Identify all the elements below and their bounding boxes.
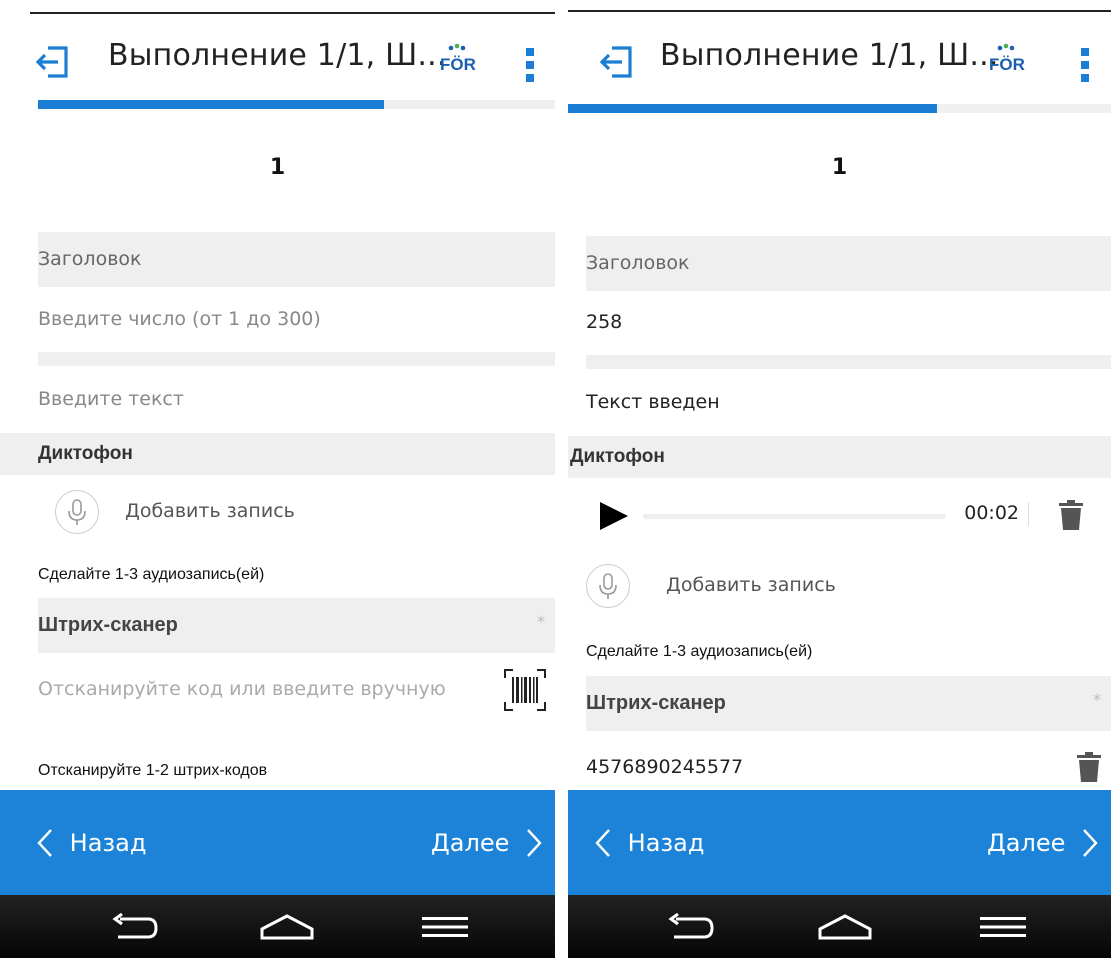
chevron-left-icon: [595, 829, 610, 857]
barcode-value: 4576890245577: [586, 756, 744, 778]
svg-text:FÖR: FÖR: [989, 55, 1025, 74]
section-header-label: Заголовок: [586, 252, 690, 274]
app-bar: Выполнение 1/1, Ш... FÖR: [568, 28, 1111, 100]
back-label: Назад: [627, 829, 705, 857]
chevron-right-icon: [1083, 829, 1098, 857]
scanner-header: Штрих-сканер *: [586, 676, 1111, 731]
status-bar-divider: [568, 10, 1111, 12]
play-icon[interactable]: [598, 500, 630, 532]
number-input[interactable]: 258: [586, 293, 1111, 353]
scanner-header: Штрих-сканер *: [38, 598, 555, 653]
trash-icon[interactable]: [1059, 500, 1083, 530]
barcode-placeholder: Отсканируйте код или введите вручную: [38, 678, 446, 700]
audio-hint: Сделайте 1-3 аудиозапись(ей): [38, 566, 265, 583]
number-input-placeholder: Введите число (от 1 до 300): [38, 308, 321, 330]
next-label: Далее: [987, 829, 1066, 857]
for-logo: FÖR: [440, 43, 476, 74]
number-input[interactable]: Введите число (от 1 до 300): [38, 290, 555, 350]
for-logo: FÖR: [989, 43, 1025, 74]
next-label: Далее: [431, 829, 510, 857]
back-button[interactable]: Назад: [36, 828, 146, 858]
mic-icon: [67, 498, 86, 525]
page-number: 1: [269, 155, 286, 180]
screen-filled-form: Выполнение 1/1, Ш... FÖR 1 Заголовок 258…: [568, 0, 1111, 958]
page-title: Выполнение 1/1, Ш...: [108, 38, 447, 73]
barcode-value-row[interactable]: 4576890245577: [586, 738, 1111, 798]
page-title: Выполнение 1/1, Ш...: [660, 38, 999, 73]
sys-menu-icon[interactable]: [978, 913, 1028, 941]
mic-button[interactable]: [55, 490, 99, 534]
recorder-title: Диктофон: [0, 433, 555, 475]
text-input[interactable]: Текст введен: [586, 373, 1111, 433]
text-input-value: Текст введен: [586, 391, 720, 413]
sys-home-icon[interactable]: [816, 913, 874, 941]
navigation-bar: Назад Далее: [568, 790, 1111, 895]
audio-hint: Сделайте 1-3 аудиозапись(ей): [586, 643, 813, 660]
trash-icon[interactable]: [1077, 752, 1101, 782]
svg-text:FÖR: FÖR: [440, 55, 476, 74]
overflow-menu-icon[interactable]: [525, 48, 535, 82]
audio-track[interactable]: [643, 514, 946, 519]
scanner-hint: Отсканируйте 1-2 штрих-кодов: [38, 762, 268, 779]
progress-bar: [38, 100, 555, 109]
sys-home-icon[interactable]: [258, 913, 316, 941]
navigation-bar: Назад Далее: [0, 790, 555, 895]
add-record-button[interactable]: Добавить запись: [586, 564, 1111, 644]
number-input-value: 258: [586, 311, 623, 333]
back-label: Назад: [69, 829, 147, 857]
section-header-label: Заголовок: [38, 248, 142, 270]
add-record-label: Добавить запись: [666, 574, 836, 596]
section-header: Заголовок: [38, 232, 555, 287]
chevron-right-icon: [527, 829, 542, 857]
scanner-title: Штрих-сканер: [586, 692, 726, 714]
sys-back-icon[interactable]: [108, 913, 158, 941]
progress-fill: [568, 104, 938, 113]
page-number: 1: [831, 155, 848, 180]
required-marker: *: [537, 612, 545, 631]
add-record-label: Добавить запись: [125, 500, 295, 522]
separator: [586, 355, 1111, 369]
text-input-placeholder: Введите текст: [38, 388, 184, 410]
barcode-input[interactable]: Отсканируйте код или введите вручную: [38, 660, 555, 730]
screen-empty-form: Выполнение 1/1, Ш... FÖR 1 Заголовок Вве…: [0, 0, 555, 958]
exit-icon[interactable]: [34, 42, 74, 82]
next-button[interactable]: Далее: [987, 828, 1099, 858]
section-header: Заголовок: [586, 236, 1111, 291]
next-button[interactable]: Далее: [431, 828, 543, 858]
required-marker: *: [1093, 690, 1101, 709]
barcode-icon[interactable]: [503, 668, 547, 712]
status-bar-divider: [30, 12, 555, 14]
system-nav-bar: [568, 895, 1111, 958]
exit-icon[interactable]: [598, 42, 638, 82]
text-input[interactable]: Введите текст: [38, 370, 555, 430]
back-button[interactable]: Назад: [594, 828, 704, 858]
divider: [1028, 502, 1029, 526]
recorder-title: * Диктофон: [568, 436, 1111, 478]
chevron-left-icon: [37, 829, 52, 857]
audio-time: 00:02: [964, 502, 1019, 524]
separator: [38, 352, 555, 366]
sys-menu-icon[interactable]: [420, 913, 470, 941]
app-bar: Выполнение 1/1, Ш... FÖR: [0, 28, 555, 100]
overflow-menu-icon[interactable]: [1080, 48, 1090, 82]
system-nav-bar: [0, 895, 555, 958]
scanner-title: Штрих-сканер: [38, 614, 178, 636]
sys-back-icon[interactable]: [664, 913, 714, 941]
mic-button[interactable]: [586, 564, 630, 608]
audio-player: 00:02: [598, 486, 1111, 546]
progress-fill: [38, 100, 385, 109]
progress-bar: [568, 104, 1111, 113]
add-record-button[interactable]: Добавить запись: [55, 490, 555, 570]
mic-icon: [598, 572, 617, 599]
